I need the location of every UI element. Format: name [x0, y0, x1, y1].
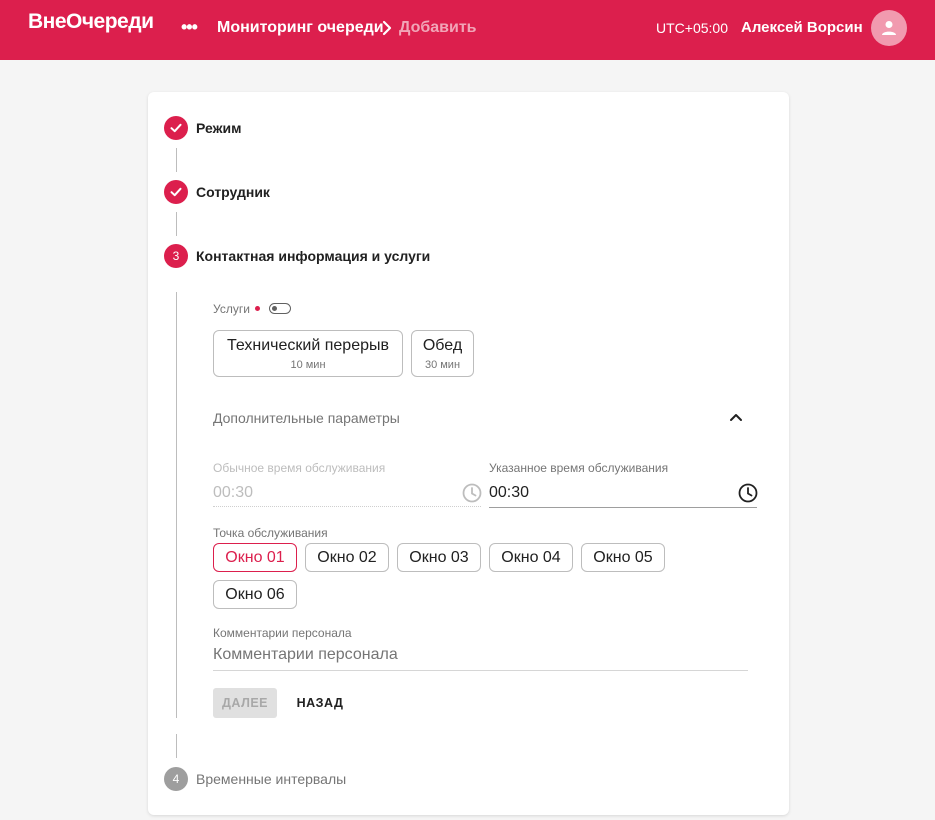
- usual-time-field: 00:30: [213, 484, 254, 501]
- service-duration: 10 мин: [290, 359, 326, 371]
- app-logo[interactable]: ВнеОчереди: [28, 10, 154, 34]
- service-point-chip-02[interactable]: Окно 02: [305, 543, 389, 572]
- specified-time-field[interactable]: 00:30: [489, 484, 529, 502]
- services-toggle[interactable]: [269, 303, 291, 314]
- service-duration: 30 мин: [424, 359, 461, 371]
- breadcrumb-queue-monitoring[interactable]: Мониторинг очереди: [217, 19, 384, 37]
- chevron-up-icon[interactable]: [729, 412, 743, 422]
- step-label-employee[interactable]: Сотрудник: [196, 184, 270, 200]
- stepper-card: Режим Сотрудник 3 Контактная информация …: [148, 92, 789, 815]
- staff-comments-label: Комментарии персонала: [213, 626, 352, 640]
- required-dot: [255, 306, 260, 311]
- service-point-chip-03[interactable]: Окно 03: [397, 543, 481, 572]
- service-chip-tech-break[interactable]: Технический перерыв 10 мин: [213, 330, 403, 377]
- app-header: ВнеОчереди ••• Мониторинг очереди Добави…: [0, 0, 935, 60]
- breadcrumb-add: Добавить: [399, 19, 477, 36]
- usual-time-label: Обычное время обслуживания: [213, 461, 386, 475]
- service-point-chip-06[interactable]: Окно 06: [213, 580, 297, 609]
- service-point-label: Точка обслуживания: [213, 526, 328, 540]
- chevron-right-icon: [382, 20, 392, 36]
- specified-time-label: Указанное время обслуживания: [489, 461, 669, 475]
- step-label-time-intervals[interactable]: Временные интервалы: [196, 771, 346, 787]
- step-content-line: [176, 292, 177, 718]
- step-label-contact-services[interactable]: Контактная информация и услуги: [196, 248, 430, 264]
- service-point-chip-05[interactable]: Окно 05: [581, 543, 665, 572]
- more-menu-button[interactable]: •••: [181, 17, 198, 38]
- clock-icon[interactable]: [737, 482, 759, 504]
- timezone-label: UTC+05:00: [656, 20, 728, 36]
- usual-time-underline: [213, 506, 481, 507]
- step-connector: [176, 734, 177, 758]
- next-button: ДАЛЕЕ: [213, 688, 277, 718]
- back-button[interactable]: НАЗАД: [288, 688, 352, 718]
- service-point-chip-01[interactable]: Окно 01: [213, 543, 297, 572]
- step-label-mode[interactable]: Режим: [196, 120, 241, 136]
- staff-comments-input[interactable]: Комментарии персонала: [213, 646, 398, 664]
- step-connector: [176, 212, 177, 236]
- service-name: Технический перерыв: [226, 337, 389, 354]
- step-done-check-icon: [164, 180, 188, 204]
- step-done-check-icon: [164, 116, 188, 140]
- specified-time-underline: [489, 507, 757, 508]
- services-label: Услуги: [213, 302, 250, 316]
- avatar[interactable]: [871, 10, 907, 46]
- clock-icon: [462, 483, 482, 503]
- service-name: Обед: [422, 337, 463, 354]
- additional-params-header[interactable]: Дополнительные параметры: [213, 410, 400, 426]
- step-number-4: 4: [164, 767, 188, 791]
- service-point-chip-04[interactable]: Окно 04: [489, 543, 573, 572]
- service-chip-lunch[interactable]: Обед 30 мин: [411, 330, 474, 377]
- step-connector: [176, 148, 177, 172]
- step-number-3: 3: [164, 244, 188, 268]
- staff-comments-underline: [213, 670, 748, 671]
- person-icon: [882, 21, 896, 35]
- user-name[interactable]: Алексей Ворсин: [741, 19, 863, 36]
